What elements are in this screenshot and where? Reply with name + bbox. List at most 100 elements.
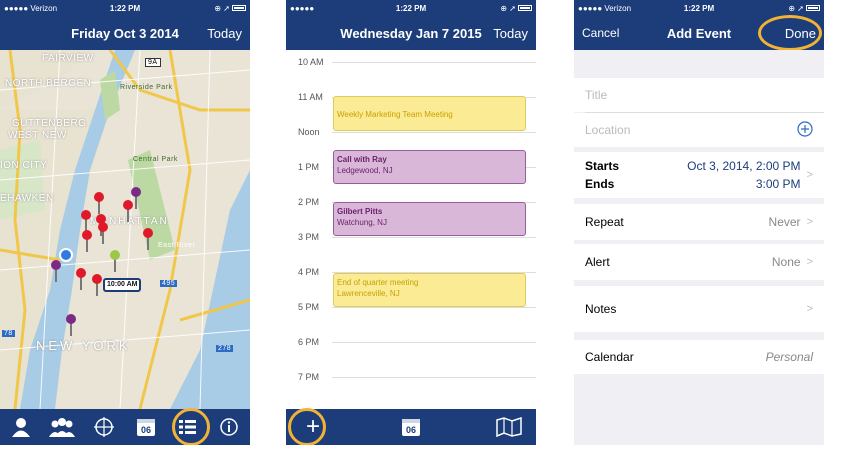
map-pin[interactable]	[110, 250, 120, 272]
hour-row: 10 AM	[286, 57, 536, 67]
map-label-new-york: NEW YORK	[36, 338, 131, 353]
event-gilbert-pitts[interactable]: Gilbert Pitts Watchung, NJ	[333, 202, 526, 236]
plus-circle-icon	[797, 120, 813, 137]
add-button-highlight	[288, 408, 326, 445]
calendar-icon-day: 06	[406, 425, 416, 435]
map-pin[interactable]	[98, 222, 108, 244]
notes-row[interactable]: Notes >	[574, 286, 824, 332]
hour-label: Noon	[298, 127, 320, 137]
status-bar: ●●●●● Verizon 1:22 PM ⊕ ➚	[574, 0, 824, 16]
carrier-label: ●●●●● Verizon	[4, 3, 58, 13]
today-button[interactable]: Today	[207, 26, 242, 41]
event-location: Watchung, NJ	[337, 218, 387, 227]
event-location: Ledgewood, NJ	[337, 166, 393, 175]
calendar-icon: 06	[402, 419, 420, 436]
event-location: Lawrenceville, NJ	[337, 289, 400, 298]
map-label-north-bergen: NORTH BERGEN	[5, 78, 92, 89]
repeat-label: Repeat	[585, 215, 624, 229]
battery-icon	[518, 5, 533, 12]
map-view[interactable]: FAIRVIEW NORTH BERGEN GUTTENBERG WEST NE…	[0, 50, 250, 409]
time-badge[interactable]: 10:00 AM	[103, 278, 142, 292]
calendar-row[interactable]: Calendar Personal	[574, 340, 824, 374]
chevron-right-icon: >	[806, 256, 813, 268]
calendar-icon-day: 06	[141, 425, 151, 435]
clock: 1:22 PM	[109, 3, 141, 13]
notes-label: Notes	[585, 302, 617, 316]
list-tab-highlight	[172, 408, 210, 445]
map-screen: ●●●●● Verizon 1:22 PM ⊕ ➚ Friday Oct 3 2…	[0, 0, 250, 445]
event-title: Call with Ray	[337, 155, 387, 164]
map-label-ehawken: EHAWKEN	[0, 193, 54, 204]
tab-calendar[interactable]: 06	[396, 412, 426, 442]
cancel-button[interactable]: Cancel	[582, 26, 619, 40]
hour-label: 4 PM	[298, 267, 320, 277]
tab-calendar[interactable]: 06	[131, 412, 161, 442]
group-icon	[49, 418, 76, 437]
add-event-screen: ●●●●● Verizon 1:22 PM ⊕ ➚ Cancel Add Eve…	[574, 0, 824, 445]
ends-value: 3:00 PM	[755, 177, 801, 191]
map-roads	[0, 50, 250, 409]
map-label-west-new: WEST NEW	[8, 130, 67, 141]
tab-contacts[interactable]	[47, 412, 77, 442]
map-pin[interactable]	[94, 192, 104, 214]
tab-contact[interactable]	[6, 412, 36, 442]
starts-ends-labels: Starts Ends	[585, 157, 619, 193]
ends-label: Ends	[585, 177, 615, 191]
calendar-value: Personal	[765, 350, 813, 364]
event-title: Weekly Marketing Team Meeting	[337, 110, 453, 119]
calendar-screen: ●●●●● 1:22 PM ⊕ ➚ Wednesday Jan 7 2015 T…	[286, 0, 536, 445]
chevron-right-icon: >	[806, 216, 813, 228]
nav-bar: Wednesday Jan 7 2015 Today	[286, 16, 536, 50]
tab-locate[interactable]	[89, 412, 119, 442]
status-bar: ●●●●● 1:22 PM ⊕ ➚	[286, 0, 536, 16]
map-label-riverside-park: Riverside Park	[120, 84, 173, 91]
crosshair-icon	[94, 417, 115, 437]
hour-label: 11 AM	[298, 92, 323, 102]
map-label-fairview: FAIRVIEW	[42, 53, 94, 64]
carrier-label: ●●●●● Verizon	[578, 3, 632, 13]
hour-label: 5 PM	[298, 302, 320, 312]
event-title: End of quarter meeting	[337, 278, 419, 287]
map-pin[interactable]	[131, 187, 141, 209]
carrier-label: ●●●●●	[290, 3, 315, 13]
today-button[interactable]: Today	[493, 26, 528, 41]
alert-label: Alert	[585, 255, 610, 269]
alert-row[interactable]: Alert None >	[574, 244, 824, 280]
event-call-with-ray[interactable]: Call with Ray Ledgewood, NJ	[333, 150, 526, 184]
calendar-icon: 06	[136, 419, 155, 436]
map-pin[interactable]	[123, 200, 133, 222]
tab-info[interactable]	[214, 412, 244, 442]
event-weekly-marketing[interactable]: Weekly Marketing Team Meeting	[333, 96, 526, 131]
clock: 1:22 PM	[395, 3, 427, 13]
status-icons: ⊕ ➚	[165, 4, 247, 13]
location-field[interactable]: Location	[574, 113, 824, 147]
map-pin[interactable]	[92, 274, 102, 296]
calendar-label: Calendar	[585, 350, 634, 364]
repeat-value: Never	[768, 215, 801, 229]
person-icon	[11, 418, 30, 437]
add-location-button[interactable]	[797, 120, 813, 140]
hour-label: 6 PM	[298, 337, 320, 347]
map-pin[interactable]	[66, 314, 76, 336]
info-icon	[220, 418, 238, 436]
starts-ends-row[interactable]: Starts Ends Oct 3, 2014, 2:00 PM 3:00 PM…	[574, 152, 824, 198]
repeat-row[interactable]: Repeat Never >	[574, 204, 824, 240]
starts-value: Oct 3, 2014, 2:00 PM	[687, 159, 801, 173]
title-field[interactable]: Title	[574, 78, 824, 112]
map-label-central-park: Central Park	[133, 156, 178, 163]
hour-row: 7 PM	[286, 372, 536, 382]
highway-9a: 9A	[145, 58, 161, 67]
hour-label: 7 PM	[298, 372, 320, 382]
map-label-ion-city: ION CITY	[0, 160, 48, 171]
day-timeline[interactable]: 10 AM 11 AM Noon 1 PM 2 PM 3 PM 4 PM 5 P…	[286, 50, 536, 409]
map-pin[interactable]	[82, 230, 92, 252]
current-location-dot	[59, 248, 73, 262]
tab-map[interactable]	[494, 412, 524, 442]
event-end-of-quarter[interactable]: End of quarter meeting Lawrenceville, NJ	[333, 273, 526, 307]
map-pin[interactable]	[143, 228, 153, 250]
map-pin[interactable]	[51, 260, 61, 282]
highway-278: 278	[216, 345, 234, 352]
hour-label: 10 AM	[298, 57, 324, 67]
map-label-guttenberg: GUTTENBERG	[12, 118, 87, 129]
map-pin[interactable]	[76, 268, 86, 290]
